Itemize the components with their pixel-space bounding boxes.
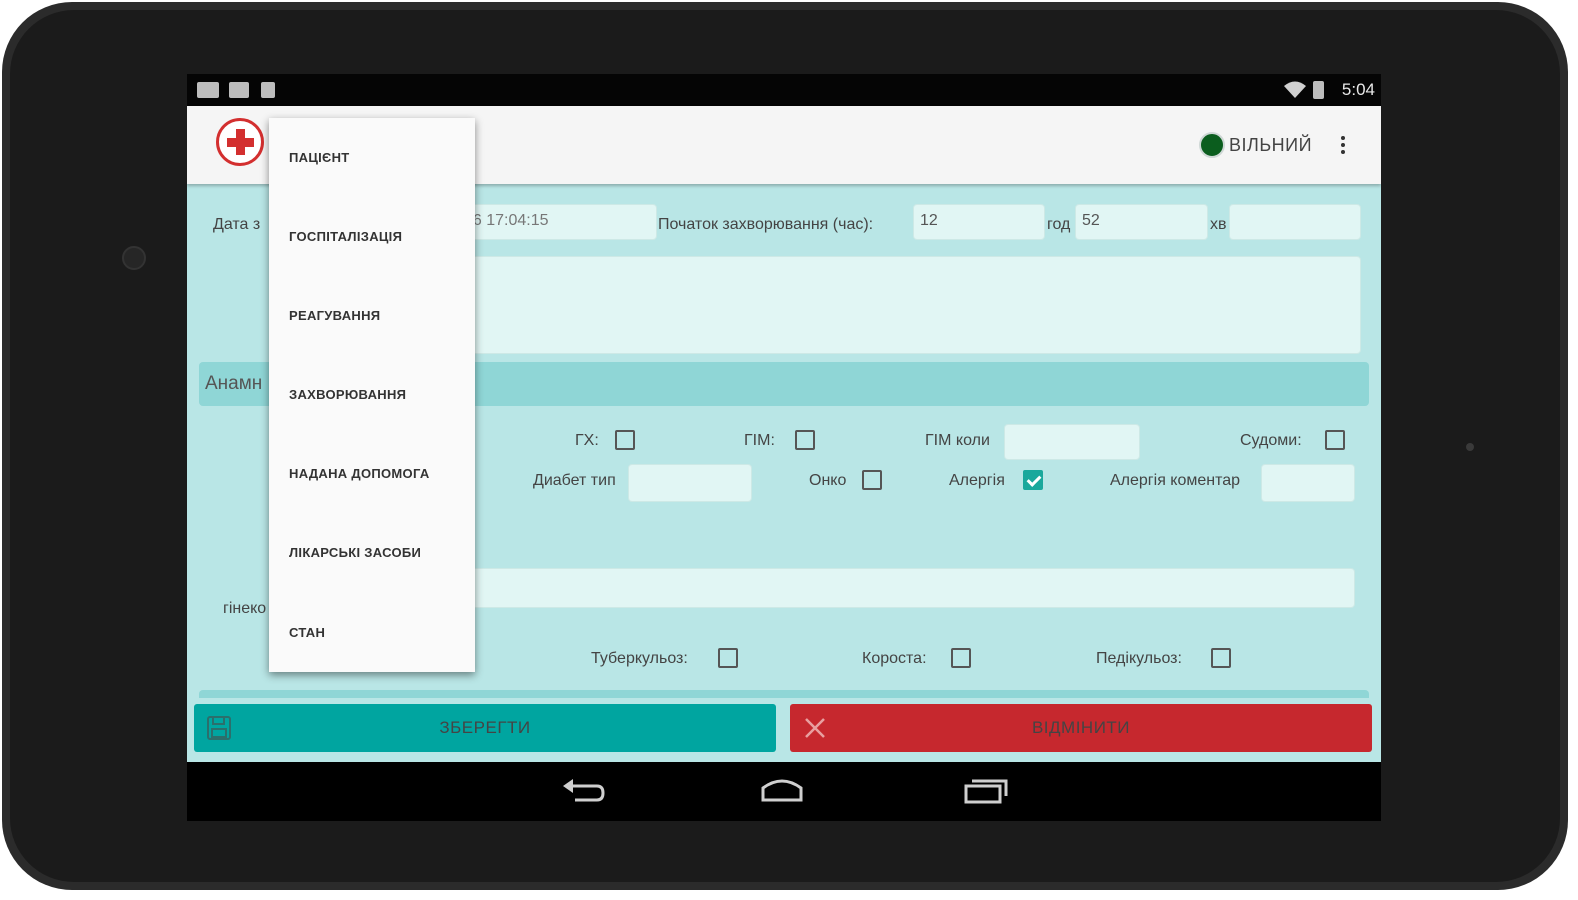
- back-icon[interactable]: [561, 776, 605, 806]
- cancel-label: ВІДМІНИТИ: [1031, 718, 1131, 737]
- notes-textarea[interactable]: [457, 256, 1361, 354]
- device-screen: 5:04 ВІЛЬНИЙ Дата з 16 17:04:15 Початок …: [187, 74, 1381, 821]
- onko-checkbox[interactable]: [862, 470, 882, 490]
- notification-icon: [197, 82, 219, 98]
- menu-item-response[interactable]: РЕАГУВАННЯ: [289, 308, 380, 323]
- onset-label: Початок захворювання (час):: [658, 216, 874, 233]
- sd-card-icon: [261, 82, 275, 98]
- hours-field[interactable]: 52: [1075, 204, 1208, 240]
- minutes-label: хв: [1210, 216, 1227, 233]
- more-vert-icon[interactable]: [1333, 134, 1353, 158]
- gim-when-field[interactable]: [1004, 424, 1140, 460]
- status-bar: 5:04: [187, 74, 1381, 106]
- scabies-checkbox[interactable]: [951, 648, 971, 668]
- next-section-header: [199, 690, 1369, 698]
- scabies-label: Короста:: [862, 650, 927, 667]
- seizures-checkbox[interactable]: [1325, 430, 1345, 450]
- gim-label: ГІМ:: [744, 432, 775, 449]
- menu-item-aid-provided[interactable]: НАДАНА ДОПОМОГА: [289, 466, 430, 481]
- menu-item-patient[interactable]: ПАЦІЄНТ: [289, 150, 350, 165]
- close-icon: [805, 718, 825, 738]
- navigation-bar: [187, 762, 1381, 821]
- light-sensor: [1466, 443, 1474, 451]
- home-icon[interactable]: [760, 776, 804, 806]
- menu-item-medications[interactable]: ЛІКАРСЬКІ ЗАСОБИ: [289, 545, 421, 560]
- diabetes-type-field[interactable]: [628, 464, 752, 502]
- onko-label: Онко: [809, 472, 847, 489]
- navigation-drawer: ПАЦІЄНТ ГОСПІТАЛІЗАЦІЯ РЕАГУВАННЯ ЗАХВОР…: [269, 118, 475, 672]
- gim-when-label: ГІМ коли: [925, 432, 990, 449]
- allergy-comment-label: Алергія коментар: [1110, 472, 1241, 489]
- allergy-checkbox[interactable]: [1023, 470, 1043, 490]
- tuberculosis-label: Туберкульоз:: [591, 650, 688, 667]
- gx-checkbox[interactable]: [615, 430, 635, 450]
- date-label: Дата з: [213, 216, 261, 233]
- wifi-icon: [1284, 81, 1306, 98]
- section-title: Анамн: [205, 373, 263, 394]
- menu-item-hospitalization[interactable]: ГОСПІТАЛІЗАЦІЯ: [289, 229, 402, 244]
- allergy-comment-field[interactable]: [1261, 464, 1355, 502]
- red-cross-icon: [216, 118, 264, 166]
- gyneco-field[interactable]: [457, 568, 1355, 608]
- availability-status[interactable]: ВІЛЬНИЙ: [1229, 135, 1312, 156]
- diabetes-label: Диабет тип: [533, 472, 616, 489]
- download-icon: [229, 82, 249, 98]
- allergy-label: Алергія: [949, 472, 1005, 489]
- gx-label: ГХ:: [575, 432, 599, 449]
- pediculosis-checkbox[interactable]: [1211, 648, 1231, 668]
- hours-label: год: [1047, 216, 1071, 233]
- front-camera: [122, 246, 146, 270]
- gim-checkbox[interactable]: [795, 430, 815, 450]
- date-field[interactable]: 16 17:04:15: [457, 204, 657, 240]
- gyneco-label: гінеко: [223, 600, 267, 617]
- menu-item-condition[interactable]: СТАН: [289, 625, 325, 640]
- recents-icon[interactable]: [964, 776, 1008, 806]
- tuberculosis-checkbox[interactable]: [718, 648, 738, 668]
- seizures-label: Судоми:: [1240, 432, 1302, 449]
- cancel-button[interactable]: ВІДМІНИТИ: [790, 704, 1372, 752]
- save-button[interactable]: ЗБЕРЕГТИ: [194, 704, 776, 752]
- floppy-disk-icon: [207, 716, 231, 740]
- menu-item-disease[interactable]: ЗАХВОРЮВАННЯ: [289, 387, 406, 402]
- availability-indicator[interactable]: [1199, 132, 1225, 158]
- clock: 5:04: [1341, 80, 1375, 99]
- minutes-field[interactable]: [1229, 204, 1361, 240]
- onset-hour-field[interactable]: 12: [913, 204, 1045, 240]
- battery-icon: [1313, 81, 1324, 99]
- save-label: ЗБЕРЕГТИ: [439, 718, 531, 737]
- pediculosis-label: Педікульоз:: [1096, 650, 1182, 667]
